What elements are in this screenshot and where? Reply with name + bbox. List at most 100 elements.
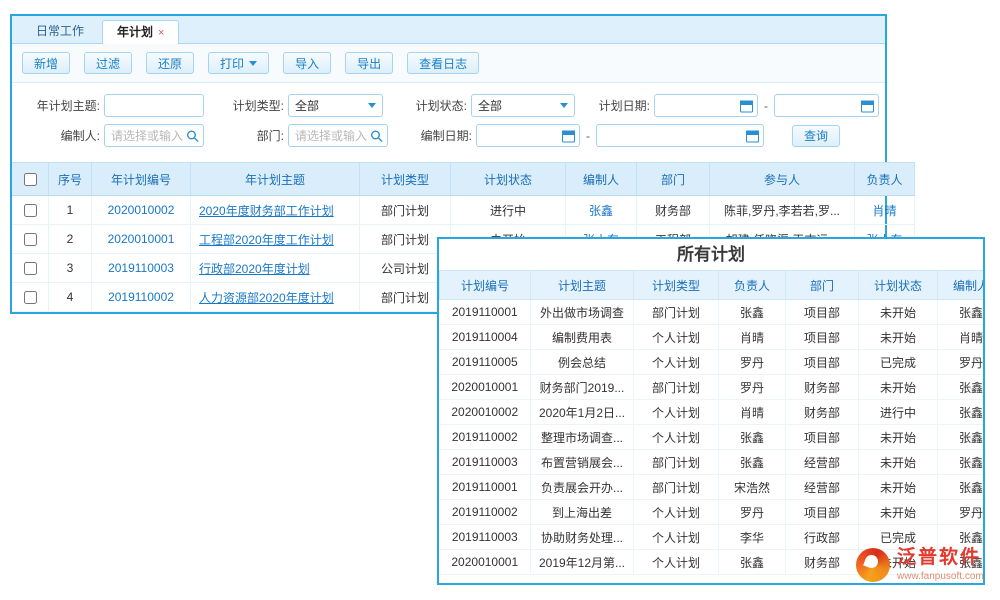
- type-filter-label: 计划类型:: [222, 97, 284, 114]
- main-cell: 陈菲,罗丹,李若若,罗...: [710, 196, 855, 225]
- filter-button-label: 过滤: [96, 55, 120, 72]
- popup-cell: 未开始: [859, 375, 938, 400]
- row-checkbox[interactable]: [24, 233, 37, 246]
- popup-cell: 未开始: [859, 325, 938, 350]
- main-cell: 2: [49, 225, 92, 254]
- import-button[interactable]: 导入: [283, 52, 331, 74]
- popup-cell: 张鑫: [719, 300, 786, 325]
- popup-cell: 张鑫: [938, 450, 986, 475]
- popup-col-header-0: 计划编号: [440, 271, 531, 300]
- popup-table-row[interactable]: 2019110001负责展会开办...部门计划宋浩然经营部未开始张鑫: [440, 475, 986, 500]
- popup-cell: 张鑫: [938, 300, 986, 325]
- search-icon[interactable]: [186, 129, 199, 142]
- popup-cell: 个人计划: [634, 400, 719, 425]
- tab-daily-work-label: 日常工作: [36, 24, 84, 38]
- popup-cell: 外出做市场调查: [531, 300, 634, 325]
- main-col-header-5: 编制人: [566, 163, 637, 196]
- filter-panel: 年计划主题: 计划类型: 全部 计划状态: 全部 计划日期: -: [12, 83, 885, 162]
- plan-code-link[interactable]: 2019110002: [108, 290, 174, 304]
- row-checkbox[interactable]: [24, 291, 37, 304]
- range-separator: -: [764, 99, 768, 113]
- popup-cell: 罗丹: [719, 350, 786, 375]
- popup-cell: 张鑫: [938, 475, 986, 500]
- popup-cell: 张鑫: [719, 425, 786, 450]
- popup-table-row[interactable]: 2019110002整理市场调查...个人计划张鑫项目部未开始张鑫: [440, 425, 986, 450]
- popup-cell: 2019110004: [440, 325, 531, 350]
- popup-col-header-5: 计划状态: [859, 271, 938, 300]
- calendar-icon[interactable]: [861, 99, 874, 112]
- calendar-icon[interactable]: [562, 129, 575, 142]
- popup-table-row[interactable]: 2019110005例会总结个人计划罗丹项目部已完成罗丹: [440, 350, 986, 375]
- popup-cell: 到上海出差: [531, 500, 634, 525]
- popup-table-row[interactable]: 2019110004编制费用表个人计划肖晴项目部未开始肖晴: [440, 325, 986, 350]
- main-col-header-4: 计划状态: [451, 163, 566, 196]
- popup-table-row[interactable]: 2019110003协助财务处理...个人计划李华行政部已完成张鑫: [440, 525, 986, 550]
- restore-button[interactable]: 还原: [146, 52, 194, 74]
- row-checkbox[interactable]: [24, 204, 37, 217]
- row-checkbox[interactable]: [24, 262, 37, 275]
- popup-table-row[interactable]: 2019110001外出做市场调查部门计划张鑫项目部未开始张鑫: [440, 300, 986, 325]
- plan-code-link[interactable]: 2020010001: [108, 232, 175, 246]
- calendar-icon[interactable]: [746, 129, 759, 142]
- type-filter-select[interactable]: 全部: [288, 94, 383, 117]
- popup-cell: 部门计划: [634, 475, 719, 500]
- popup-table-row[interactable]: 20200100022020年1月2日...个人计划肖晴财务部进行中张鑫: [440, 400, 986, 425]
- plan-subject-link[interactable]: 行政部2020年度计划: [199, 262, 310, 276]
- export-button[interactable]: 导出: [345, 52, 393, 74]
- main-cell: 1: [49, 196, 92, 225]
- filter-button[interactable]: 过滤: [84, 52, 132, 74]
- print-button[interactable]: 打印: [208, 52, 269, 74]
- popup-cell: 2019年12月第...: [531, 550, 634, 575]
- popup-cell: 未开始: [859, 450, 938, 475]
- compile-date-to-input[interactable]: [596, 124, 764, 147]
- popup-title: 所有计划: [439, 239, 983, 270]
- owner-link[interactable]: 肖晴: [872, 204, 896, 218]
- main-col-header-2: 年计划主题: [191, 163, 360, 196]
- main-col-header-0: 序号: [49, 163, 92, 196]
- plan-subject-link[interactable]: 工程部2020年度工作计划: [199, 233, 334, 247]
- select-all-checkbox[interactable]: [24, 173, 37, 186]
- popup-cell: 2020010001: [440, 550, 531, 575]
- close-tab-icon[interactable]: ×: [158, 27, 164, 39]
- dropdown-caret-icon: [249, 61, 257, 66]
- main-cell: 部门计划: [360, 196, 451, 225]
- popup-cell: 个人计划: [634, 350, 719, 375]
- search-icon[interactable]: [370, 129, 383, 142]
- popup-cell: 财务部: [786, 550, 859, 575]
- tab-annual-plan[interactable]: 年计划×: [102, 20, 179, 44]
- view-log-button[interactable]: 查看日志: [407, 52, 479, 74]
- popup-cell: 项目部: [786, 325, 859, 350]
- status-filter-select[interactable]: 全部: [471, 94, 575, 117]
- status-filter-value: 全部: [478, 97, 502, 114]
- subject-filter-label: 年计划主题:: [12, 97, 100, 114]
- plan-subject-link[interactable]: 人力资源部2020年度计划: [199, 291, 334, 305]
- calendar-icon[interactable]: [740, 99, 753, 112]
- creator-link[interactable]: 张鑫: [589, 204, 613, 218]
- search-button[interactable]: 查询: [792, 125, 840, 147]
- popup-cell: 张鑫: [938, 375, 986, 400]
- popup-cell: 2019110003: [440, 450, 531, 475]
- plan-subject-link[interactable]: 2020年度财务部工作计划: [199, 204, 334, 218]
- popup-table-row[interactable]: 2020010001财务部门2019...部门计划罗丹财务部未开始张鑫: [440, 375, 986, 400]
- add-button[interactable]: 新增: [22, 52, 70, 74]
- popup-cell: 李华: [719, 525, 786, 550]
- popup-table-header-row: 计划编号计划主题计划类型负责人部门计划状态编制人: [440, 271, 986, 300]
- popup-table-row[interactable]: 2019110003布置营销展会...部门计划张鑫经营部未开始张鑫: [440, 450, 986, 475]
- popup-table-row[interactable]: 2019110002到上海出差个人计划罗丹项目部未开始罗丹: [440, 500, 986, 525]
- fanpu-logo-icon: [856, 548, 890, 582]
- popup-cell: 协助财务处理...: [531, 525, 634, 550]
- popup-cell: 编制费用表: [531, 325, 634, 350]
- add-button-label: 新增: [34, 55, 58, 72]
- plan-code-link[interactable]: 2020010002: [108, 203, 175, 217]
- dept-filter-label: 部门:: [222, 127, 284, 144]
- subject-filter-input[interactable]: [104, 94, 204, 117]
- popup-cell: 2019110001: [440, 300, 531, 325]
- plan-code-link[interactable]: 2019110003: [108, 261, 174, 275]
- popup-col-header-6: 编制人: [938, 271, 986, 300]
- tab-daily-work[interactable]: 日常工作: [22, 20, 98, 43]
- popup-cell: 未开始: [859, 475, 938, 500]
- main-col-header-3: 计划类型: [360, 163, 451, 196]
- tab-bar: 日常工作 年计划×: [12, 16, 885, 44]
- popup-cell: 未开始: [859, 425, 938, 450]
- type-filter-value: 全部: [295, 97, 319, 114]
